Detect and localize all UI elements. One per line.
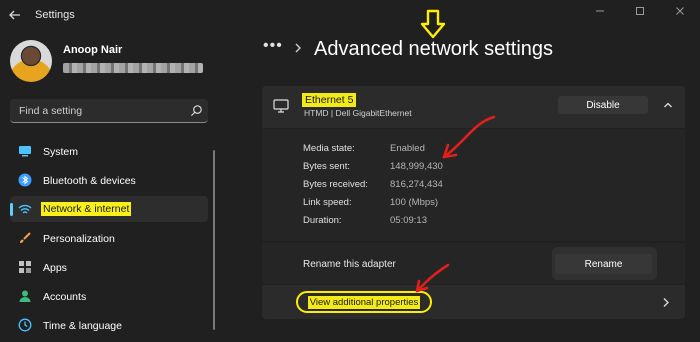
disable-button[interactable]: Disable [558,96,648,114]
minimize-button[interactable] [580,0,620,22]
rename-label: Rename this adapter [303,259,396,270]
property-value: 05:09:13 [390,215,427,226]
person-icon [19,290,31,302]
property-label: Bytes sent: [303,161,350,172]
property-label: Link speed: [303,197,352,208]
window-controls [580,0,700,22]
bluetooth-icon [18,173,32,187]
system-icon [19,146,31,157]
property-label: Media state: [303,143,355,154]
red-arrow-annotation [415,263,450,293]
page-title: Advanced network settings [314,38,554,60]
close-icon [676,7,684,15]
rename-button[interactable]: Rename [555,254,652,274]
minimize-icon [596,10,604,12]
sidebar-item-label: Bluetooth & devices [43,175,136,187]
sidebar-item-label: Accounts [43,291,87,303]
maximize-icon [636,7,644,15]
monitor-icon [273,99,289,113]
sidebar-scrollbar[interactable] [213,150,215,330]
sidebar-item-label: Time & language [43,320,122,332]
title-bar: Settings [0,0,700,30]
brush-icon [20,232,31,243]
sidebar-item-apps[interactable]: Apps [10,254,208,280]
search-icon[interactable] [190,104,203,117]
chevron-right-icon[interactable] [662,297,670,308]
avatar[interactable] [10,40,52,82]
apps-icon [19,261,31,273]
user-email-redacted [63,63,203,73]
sidebar-item-system[interactable]: System [10,138,208,164]
view-additional-properties-label: View additional properties [307,295,421,309]
sidebar-item-label: Network & internet [41,202,132,216]
rename-adapter-row: Rename this adapter Rename [262,243,685,284]
maximize-button[interactable] [620,0,660,22]
breadcrumb-chevron-icon [295,43,301,53]
red-arrow-annotation [442,115,496,159]
sidebar-item-label: System [43,146,79,158]
property-value: Enabled [390,143,425,154]
sidebar: Anoop Nair System Bluetooth & devices [0,30,216,342]
search-box[interactable] [10,99,208,123]
sidebar-item-time-language[interactable]: Time & language [10,312,208,338]
search-input[interactable] [19,105,179,117]
property-value: 100 (Mbps) [390,197,439,208]
globe-clock-icon [18,318,32,332]
sidebar-item-accounts[interactable]: Accounts [10,283,208,309]
sidebar-item-bluetooth[interactable]: Bluetooth & devices [10,167,208,193]
yellow-down-arrow-annotation [420,9,446,39]
sidebar-item-network[interactable]: Network & internet [10,196,208,222]
view-additional-properties-link[interactable]: View additional properties [296,291,432,313]
adapter-description: HTMD | Dell GigabitEthernet [304,108,412,118]
breadcrumb-more-button[interactable]: ••• [263,37,283,55]
sidebar-item-label: Personalization [43,233,115,245]
property-value: 148,999,430 [390,161,443,172]
view-additional-properties-row[interactable]: View additional properties [262,285,685,319]
sidebar-item-personalization[interactable]: Personalization [10,225,208,251]
sidebar-item-label: Apps [43,262,67,274]
adapter-name: Ethernet 5 [302,93,357,107]
wifi-icon [18,204,32,214]
close-button[interactable] [660,0,700,22]
property-label: Duration: [303,215,342,226]
sidebar-nav: System Bluetooth & devices Network & int… [10,138,208,341]
chevron-up-icon[interactable] [663,100,673,110]
back-arrow-icon[interactable] [8,8,22,22]
property-value: 816,274,434 [390,179,443,190]
app-title: Settings [35,9,75,21]
property-label: Bytes received: [303,179,368,190]
user-name: Anoop Nair [63,44,123,56]
